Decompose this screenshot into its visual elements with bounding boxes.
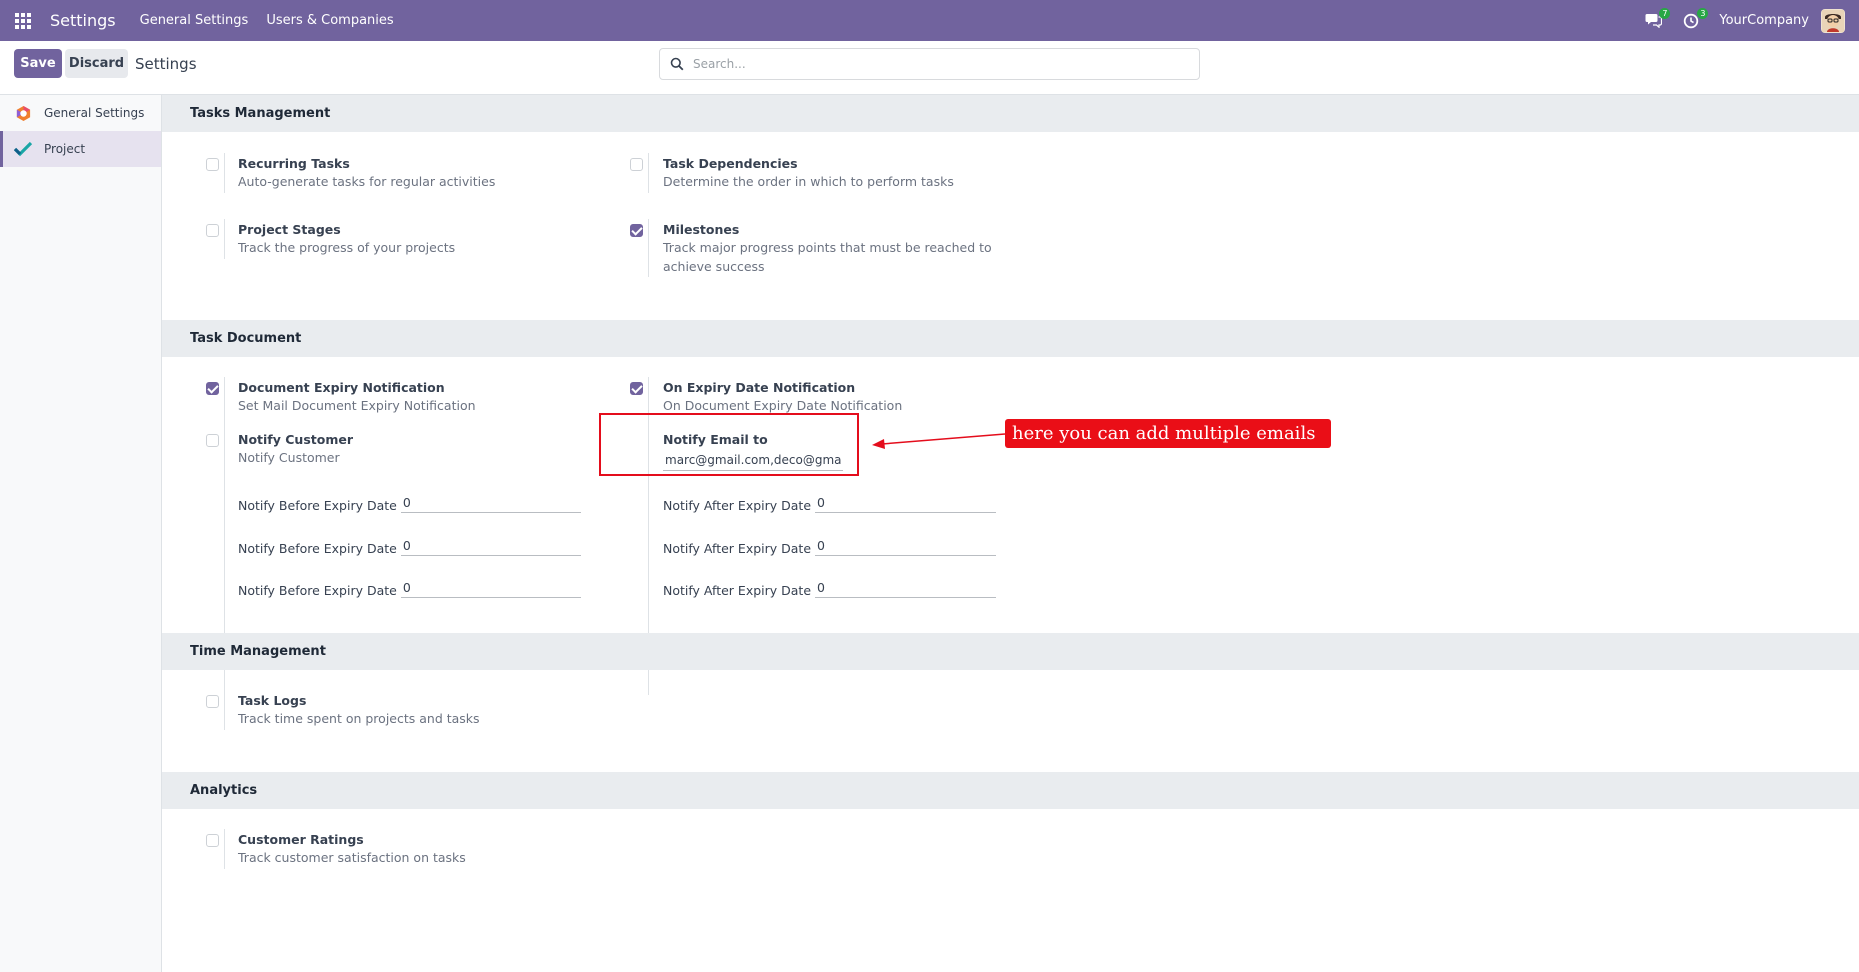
customer-ratings-desc: Track customer satisfaction on tasks — [238, 850, 466, 865]
activity-clock-icon[interactable]: 3 — [1681, 7, 1709, 31]
user-avatar[interactable] — [1821, 8, 1845, 33]
notify-after-row-2: Notify After Expiry Date — [663, 535, 997, 556]
notify-before-input-2[interactable] — [400, 535, 581, 556]
sidebar-item-project[interactable]: Project — [0, 131, 161, 167]
app-grid-icon[interactable] — [15, 12, 31, 29]
divider — [224, 829, 225, 869]
navbar-systray: 7 3 YourCompany — [1643, 0, 1859, 41]
document-expiry-checkbox[interactable] — [206, 382, 219, 395]
divider — [648, 219, 649, 277]
section-time-management: Time Management — [162, 633, 1859, 670]
recurring-tasks-checkbox[interactable] — [206, 158, 219, 171]
annotation-highlight-box — [599, 413, 859, 476]
task-dependencies-desc: Determine the order in which to perform … — [663, 174, 954, 189]
annotation-label: here you can add multiple emails — [1005, 419, 1331, 448]
milestones-desc: Track major progress points that must be… — [663, 240, 992, 274]
notify-customer-desc: Notify Customer — [238, 450, 340, 465]
notify-after-row-1: Notify After Expiry Date — [663, 492, 997, 513]
settings-content: Tasks Management Recurring Tasks Auto-ge… — [162, 95, 1859, 972]
notify-after-label: Notify After Expiry Date — [663, 498, 812, 513]
search-bar[interactable] — [659, 48, 1200, 80]
notify-before-label: Notify Before Expiry Date — [238, 541, 397, 556]
notify-before-label: Notify Before Expiry Date — [238, 498, 397, 513]
notify-after-row-3: Notify After Expiry Date — [663, 577, 997, 598]
company-switcher[interactable]: YourCompany — [1719, 13, 1809, 28]
breadcrumb: Settings — [135, 55, 197, 73]
notify-before-row-1: Notify Before Expiry Date — [238, 492, 581, 513]
divider — [648, 153, 649, 193]
activities-badge: 3 — [1697, 7, 1709, 19]
app-title[interactable]: Settings — [50, 11, 116, 30]
settings-sidebar: General Settings Project — [0, 95, 162, 972]
section-analytics: Analytics — [162, 772, 1859, 809]
control-panel: Save Discard Settings — [0, 41, 1859, 95]
save-button[interactable]: Save — [14, 49, 62, 78]
notify-before-input-3[interactable] — [400, 577, 581, 598]
notify-customer-checkbox[interactable] — [206, 434, 219, 447]
on-expiry-title: On Expiry Date Notification — [663, 380, 856, 395]
notify-after-input-2[interactable] — [815, 535, 997, 556]
milestones-checkbox[interactable] — [630, 224, 643, 237]
project-check-icon — [14, 140, 32, 158]
notify-before-input-1[interactable] — [400, 492, 581, 513]
notify-before-row-3: Notify Before Expiry Date — [238, 577, 581, 598]
document-expiry-title: Document Expiry Notification — [238, 380, 445, 395]
notify-before-label: Notify Before Expiry Date — [238, 583, 397, 598]
task-logs-title: Task Logs — [238, 693, 307, 708]
discard-button[interactable]: Discard — [65, 49, 128, 78]
customer-ratings-checkbox[interactable] — [206, 834, 219, 847]
odoo-logo-icon — [14, 104, 32, 122]
notify-after-label: Notify After Expiry Date — [663, 583, 812, 598]
notify-after-label: Notify After Expiry Date — [663, 541, 812, 556]
divider — [224, 690, 225, 730]
divider — [224, 153, 225, 193]
messages-icon[interactable]: 7 — [1643, 7, 1671, 31]
project-stages-checkbox[interactable] — [206, 224, 219, 237]
recurring-tasks-desc: Auto-generate tasks for regular activiti… — [238, 174, 496, 189]
menu-general-settings[interactable]: General Settings — [140, 13, 249, 28]
customer-ratings-title: Customer Ratings — [238, 832, 364, 847]
notify-after-input-1[interactable] — [815, 492, 997, 513]
search-input[interactable] — [693, 57, 1173, 71]
top-navbar: Settings General Settings Users & Compan… — [0, 0, 1859, 41]
notify-before-row-2: Notify Before Expiry Date — [238, 535, 581, 556]
on-expiry-checkbox[interactable] — [630, 382, 643, 395]
messages-badge: 7 — [1659, 7, 1671, 19]
task-dependencies-checkbox[interactable] — [630, 158, 643, 171]
milestones-title: Milestones — [663, 222, 740, 237]
project-stages-desc: Track the progress of your projects — [238, 240, 456, 255]
search-icon — [670, 57, 684, 71]
task-dependencies-title: Task Dependencies — [663, 156, 798, 171]
task-logs-checkbox[interactable] — [206, 695, 219, 708]
recurring-tasks-title: Recurring Tasks — [238, 156, 350, 171]
divider — [224, 219, 225, 259]
sidebar-item-general-settings[interactable]: General Settings — [0, 95, 161, 131]
section-task-document: Task Document — [162, 320, 1859, 357]
sidebar-item-label: Project — [44, 142, 86, 156]
notify-after-input-3[interactable] — [815, 577, 997, 598]
project-stages-title: Project Stages — [238, 222, 341, 237]
sidebar-item-label: General Settings — [44, 106, 145, 120]
menu-users-companies[interactable]: Users & Companies — [266, 13, 393, 28]
document-expiry-desc: Set Mail Document Expiry Notification — [238, 398, 476, 413]
section-tasks-management: Tasks Management — [162, 95, 1859, 132]
notify-customer-title: Notify Customer — [238, 432, 353, 447]
task-logs-desc: Track time spent on projects and tasks — [238, 711, 480, 726]
